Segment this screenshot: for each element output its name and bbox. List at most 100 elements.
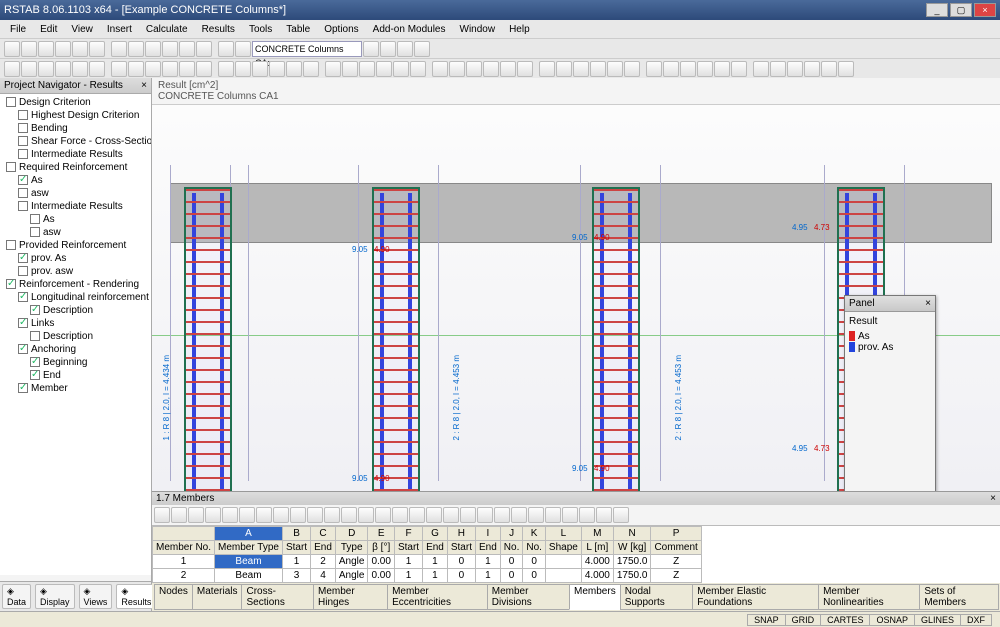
grid-cell[interactable]: 1 [153,555,215,569]
tree-checkbox[interactable] [30,214,40,224]
grid-cell[interactable]: 1750.0 [613,569,651,583]
tree-item[interactable]: Shear Force - Cross-Section Comp [31,136,151,147]
tree-item[interactable]: Description [43,331,93,342]
toolbar-button[interactable] [252,61,268,77]
toolbar-button[interactable] [38,41,54,57]
members-close-icon[interactable]: × [990,493,996,504]
toolbar-button[interactable] [342,61,358,77]
table-toolbar-button[interactable] [273,507,289,523]
tree-item[interactable]: Anchoring [31,344,76,355]
toolbar-button[interactable] [466,61,482,77]
legend-panel[interactable]: Panel × Result As prov. As CONCRETE Colu… [844,295,936,491]
grid-cell[interactable]: 2 [311,555,336,569]
toolbar-button[interactable] [556,61,572,77]
tree-checkbox[interactable] [18,201,28,211]
tree-item[interactable]: As [31,175,43,186]
toolbar-button[interactable] [269,61,285,77]
toolbar-button[interactable] [770,61,786,77]
grid-cell[interactable]: 1 [394,569,422,583]
toolbar-button[interactable] [196,41,212,57]
grid-cell[interactable]: 1 [475,569,500,583]
toolbar-button[interactable] [72,41,88,57]
toolbar-button[interactable] [753,61,769,77]
toolbar-button[interactable] [359,61,375,77]
grid-cell[interactable]: Angle [335,569,368,583]
grid-cell[interactable]: Z [651,555,701,569]
table-toolbar-button[interactable] [392,507,408,523]
toolbar-button[interactable] [4,41,20,57]
grid-header[interactable]: Start [447,541,475,555]
table-toolbar-button[interactable] [494,507,510,523]
table-toolbar-button[interactable] [290,507,306,523]
grid-header[interactable]: W [kg] [613,541,651,555]
tree-checkbox[interactable] [18,266,28,276]
status-glines[interactable]: GLINES [914,614,961,626]
nav-tab-results[interactable]: ◈ Results [116,584,156,609]
toolbar-button[interactable] [55,61,71,77]
toolbar-button[interactable] [111,61,127,77]
tree-checkbox[interactable] [18,123,28,133]
toolbar-button[interactable] [804,61,820,77]
toolbar-button[interactable] [414,41,430,57]
grid-cell[interactable]: 1750.0 [613,555,651,569]
table-toolbar-button[interactable] [562,507,578,523]
grid-cell[interactable]: Beam [215,555,283,569]
grid-header[interactable]: Comment [651,541,701,555]
tree-item[interactable]: End [43,370,61,381]
toolbar-button[interactable] [393,61,409,77]
grid-header[interactable]: L [m] [581,541,613,555]
table-toolbar-button[interactable] [154,507,170,523]
table-tab-member-elastic-foundations[interactable]: Member Elastic Foundations [692,584,819,610]
toolbar-button[interactable] [787,61,803,77]
tree-item[interactable]: asw [43,227,61,238]
grid-cell[interactable]: 0 [500,569,523,583]
menu-table[interactable]: Table [280,22,316,37]
table-toolbar-button[interactable] [511,507,527,523]
tree-checkbox[interactable] [18,188,28,198]
tree-checkbox[interactable]: ✓ [18,292,28,302]
toolbar-button[interactable] [303,61,319,77]
toolbar-button[interactable] [89,41,105,57]
grid-header[interactable]: β [°] [368,541,394,555]
table-toolbar-button[interactable] [596,507,612,523]
tree-checkbox[interactable] [6,162,16,172]
table-tab-member-nonlinearities[interactable]: Member Nonlinearities [818,584,920,610]
grid-cell[interactable]: 1 [423,555,448,569]
grid-cell[interactable]: 4 [311,569,336,583]
grid-cell[interactable]: 4.000 [581,555,613,569]
tree-checkbox[interactable]: ✓ [18,318,28,328]
table-tab-member-hinges[interactable]: Member Hinges [313,584,388,610]
table-toolbar-button[interactable] [222,507,238,523]
toolbar-button[interactable] [128,61,144,77]
grid-cell[interactable]: 4.000 [581,569,613,583]
tree-checkbox[interactable]: ✓ [30,357,40,367]
grid-header[interactable]: Start [282,541,310,555]
status-cartes[interactable]: CARTES [820,614,870,626]
toolbar-button[interactable] [21,61,37,77]
toolbar-button[interactable] [380,41,396,57]
grid-header[interactable]: Start [394,541,422,555]
toolbar-button[interactable] [196,61,212,77]
menu-options[interactable]: Options [318,22,364,37]
tree-item[interactable]: Member [31,383,68,394]
table-tab-cross-sections[interactable]: Cross-Sections [241,584,314,610]
grid-cell[interactable]: 1 [475,555,500,569]
grid-cell[interactable]: 0 [500,555,523,569]
status-grid[interactable]: GRID [785,614,822,626]
tree-item[interactable]: prov. asw [31,266,73,277]
table-toolbar-button[interactable] [477,507,493,523]
tree-checkbox[interactable]: ✓ [30,305,40,315]
table-toolbar-button[interactable] [443,507,459,523]
grid-cell[interactable]: Angle [335,555,368,569]
toolbar-button[interactable] [4,61,20,77]
grid-header[interactable]: Member Type [215,541,283,555]
toolbar-button[interactable] [218,41,234,57]
toolbar-button[interactable] [714,61,730,77]
grid-cell[interactable]: 0 [447,555,475,569]
grid-cell[interactable] [545,569,581,583]
nav-tab-data[interactable]: ◈ Data [2,584,31,609]
grid-header[interactable]: No. [523,541,546,555]
toolbar-button[interactable] [483,61,499,77]
table-toolbar-button[interactable] [188,507,204,523]
navigator-tree[interactable]: Design CriterionHighest Design Criterion… [0,94,151,575]
